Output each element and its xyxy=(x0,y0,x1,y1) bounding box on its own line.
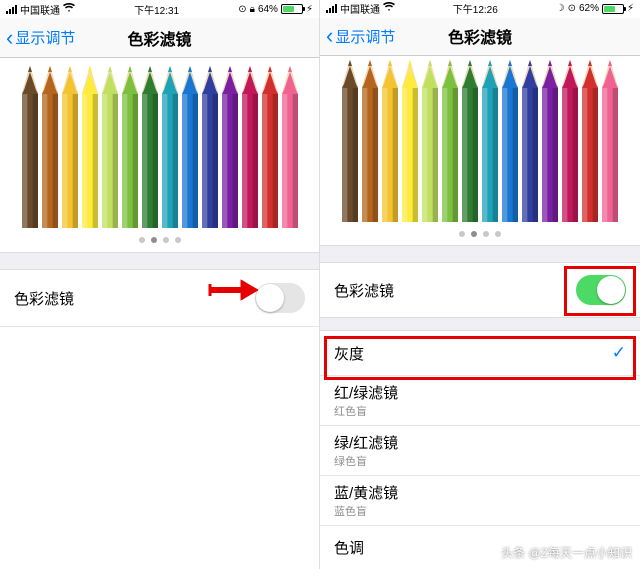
battery-pct: 64% xyxy=(258,4,278,15)
color-filter-row[interactable]: 色彩滤镜 xyxy=(320,263,640,317)
do-not-disturb-icon: ☽︎ xyxy=(556,3,565,14)
color-filter-row[interactable]: 色彩滤镜 xyxy=(0,270,319,326)
chevron-left-icon: ‹ xyxy=(6,27,13,49)
toggle-switch[interactable] xyxy=(255,283,305,313)
option-sublabel: 绿色盲 xyxy=(334,453,367,469)
filter-option[interactable]: 绿/红滤镜绿色盲 xyxy=(320,425,640,475)
status-time: 下午12:31 xyxy=(134,2,179,17)
toggle-switch[interactable] xyxy=(576,275,626,305)
back-button[interactable]: ‹ 显示调节 xyxy=(6,27,75,49)
signal-icon xyxy=(326,4,337,13)
pencil-preview[interactable] xyxy=(320,56,640,221)
back-label: 显示调节 xyxy=(15,27,75,48)
option-sublabel: 红色盲 xyxy=(334,403,367,419)
option-label: 蓝/黄滤镜 xyxy=(334,482,398,503)
alarm-icon: ⊙ xyxy=(568,3,576,14)
page-dots xyxy=(0,228,319,252)
option-label: 灰度 xyxy=(334,343,612,364)
filter-option[interactable]: 蓝/黄滤镜蓝色盲 xyxy=(320,475,640,525)
charging-icon: ⚡︎ xyxy=(627,3,634,14)
status-bar: 中国联通 下午12:26 ☽︎ ⊙ 62% ⚡︎ xyxy=(320,0,640,18)
chevron-left-icon: ‹ xyxy=(326,25,333,47)
left-screenshot: 中国联通 下午12:31 ⊙ 🔒︎ 64% ⚡︎ ‹ 显示调节 色彩滤镜 xyxy=(0,0,320,569)
filter-option[interactable]: 红/绿滤镜红色盲 xyxy=(320,375,640,425)
row-label: 色彩滤镜 xyxy=(334,280,576,301)
status-time: 下午12:26 xyxy=(453,1,498,16)
right-screenshot: 中国联通 下午12:26 ☽︎ ⊙ 62% ⚡︎ ‹ 显示调节 色彩滤镜 xyxy=(320,0,640,569)
battery-icon xyxy=(281,4,303,14)
option-sublabel: 蓝色盲 xyxy=(334,503,367,519)
back-label: 显示调节 xyxy=(335,26,395,47)
carrier-label: 中国联通 xyxy=(20,2,60,17)
lock-icon: 🔒︎ xyxy=(250,4,255,15)
battery-icon xyxy=(602,4,624,14)
battery-pct: 62% xyxy=(579,3,599,14)
page-title: 色彩滤镜 xyxy=(448,24,512,48)
pencil-preview[interactable] xyxy=(0,58,319,228)
page-title: 色彩滤镜 xyxy=(127,26,191,50)
page-dots xyxy=(320,222,640,245)
alarm-icon: ⊙ xyxy=(238,4,246,15)
check-icon: ✓ xyxy=(612,343,626,363)
nav-bar: ‹ 显示调节 色彩滤镜 xyxy=(320,18,640,57)
carrier-label: 中国联通 xyxy=(340,1,380,16)
charging-icon: ⚡︎ xyxy=(306,4,313,15)
status-bar: 中国联通 下午12:31 ⊙ 🔒︎ 64% ⚡︎ xyxy=(0,0,319,18)
signal-icon xyxy=(6,5,17,14)
option-label: 红/绿滤镜 xyxy=(334,382,398,403)
watermark-text: 头条 @Z每天一点小知识 xyxy=(501,544,632,561)
nav-bar: ‹ 显示调节 色彩滤镜 xyxy=(0,18,319,58)
wifi-icon xyxy=(383,2,395,15)
annotation-arrow-icon xyxy=(208,278,258,302)
filter-option[interactable]: 灰度✓ xyxy=(320,331,640,375)
option-label: 绿/红滤镜 xyxy=(334,432,398,453)
back-button[interactable]: ‹ 显示调节 xyxy=(326,25,395,47)
wifi-icon xyxy=(63,3,75,16)
